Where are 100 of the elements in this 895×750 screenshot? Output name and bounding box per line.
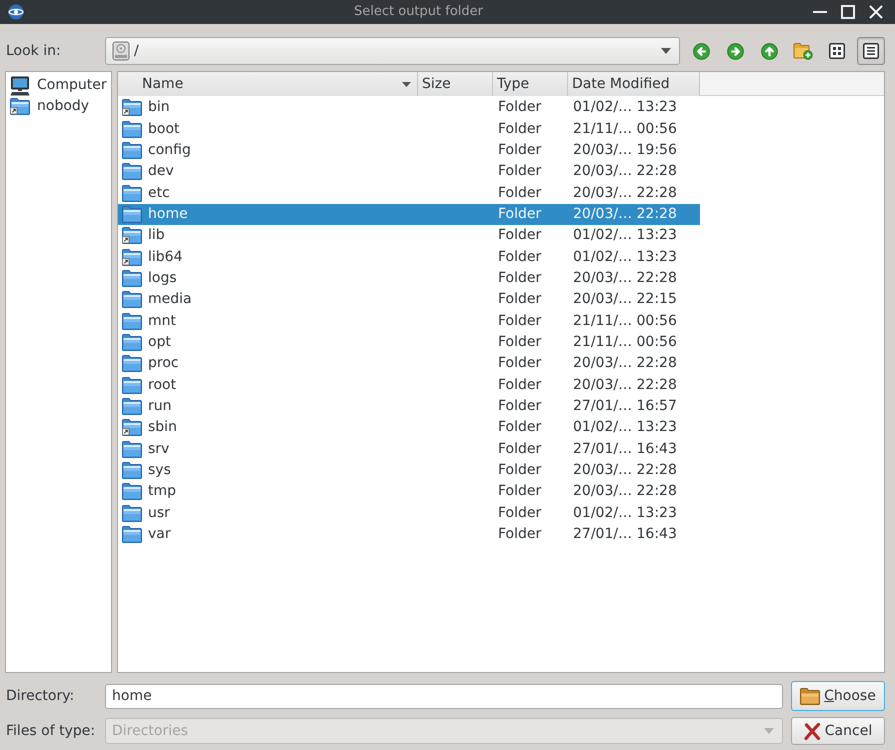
file-type: Folder [498,99,542,116]
date-modified: 27/01/… 16:43 [573,526,677,542]
file-name: var [148,526,171,543]
file-type: Folder [498,120,542,137]
file-type: Folder [498,312,542,329]
file-row[interactable]: opt Folder 21/11/… 00:56 [118,332,700,354]
date-modified: 01/02/… 13:23 [573,99,677,116]
file-type: Folder [498,206,542,222]
file-row[interactable]: boot Folder 21/11/… 00:56 [118,118,700,140]
file-row[interactable]: sys Folder 20/03/… 22:28 [118,460,700,482]
date-modified: 20/03/… 19:56 [573,142,677,158]
date-modified: 27/01/… 16:43 [573,440,677,457]
file-name: usr [148,504,170,522]
file-row[interactable]: proc Folder 20/03/… 22:28 [118,353,700,374]
file-name: home [148,206,188,223]
new-folder-icon [793,42,813,60]
file-name: lib [148,227,165,244]
file-row[interactable]: mnt Folder 21/11/… 00:56 [118,310,700,332]
file-type: Folder [498,504,542,521]
file-row[interactable]: logs Folder 20/03/… 22:28 [118,268,700,290]
file-row[interactable]: etc Folder 20/03/… 22:28 [118,182,700,204]
back-icon [692,42,710,60]
file-name: srv [148,440,170,458]
file-type: Folder [498,462,542,478]
file-row[interactable]: run Folder 27/01/… 16:57 [118,396,700,418]
detail-view-icon [863,43,879,59]
cancel-icon [804,722,821,740]
file-name: lib64 [148,248,182,266]
file-row[interactable]: sbin Folder 01/02/… 13:23 [118,417,700,438]
date-modified: 20/03/… 22:28 [573,206,677,222]
file-name: mnt [148,312,176,330]
file-type: Folder [498,227,542,244]
computer-icon [10,76,30,96]
file-row[interactable]: bin Folder 01/02/… 13:23 [118,97,700,118]
detail-view-button[interactable] [857,37,885,65]
file-row[interactable]: dev Folder 20/03/… 22:28 [118,161,700,182]
directory-field[interactable]: home [105,684,783,708]
file-row[interactable]: usr Folder 01/02/… 13:23 [118,502,700,524]
date-modified: 20/03/… 22:28 [573,376,677,393]
look-in-dropdown[interactable]: / [105,37,680,65]
file-name: config [148,142,191,159]
caret-icon [764,728,774,734]
file-row[interactable]: media Folder 20/03/… 22:15 [118,289,700,310]
file-name: proc [148,355,179,372]
file-type: Folder [498,270,542,286]
folder-icon [800,688,820,704]
file-row[interactable]: lib64 Folder 01/02/… 13:23 [118,246,700,268]
file-type: Folder [498,440,542,457]
file-row[interactable]: srv Folder 27/01/… 16:43 [118,438,700,460]
file-row[interactable]: tmp Folder 20/03/… 22:28 [118,481,700,503]
drive-icon [112,41,130,61]
date-modified: 01/02/… 13:23 [573,248,677,265]
sidebar-item[interactable]: Computer [6,75,111,96]
file-name: sbin [148,419,177,436]
window-title: Select output folder [354,4,483,20]
grid-view-icon [829,43,845,59]
file-type: Folder [498,291,542,308]
file-name: opt [148,334,171,351]
date-modified: 20/03/… 22:28 [573,184,677,201]
column-header[interactable]: Date Modified [568,72,700,96]
column-header[interactable]: Name [118,72,418,96]
date-modified: 01/02/… 13:23 [573,504,677,521]
look-in-label: Look in: [5,42,62,60]
file-name: root [148,376,176,394]
file-type: Folder [498,398,542,414]
date-modified: 27/01/… 16:57 [573,398,677,414]
file-type-label: Files of type: [5,722,96,740]
date-modified: 20/03/… 22:28 [573,462,677,478]
file-type: Folder [498,483,542,500]
file-row[interactable]: var Folder 27/01/… 16:43 [118,524,700,546]
directory-label: Directory: [5,688,76,704]
date-modified: 21/11/… 00:56 [573,334,677,350]
file-name: boot [148,120,180,138]
date-modified: 01/02/… 13:23 [573,419,677,436]
date-modified: 20/03/… 22:15 [573,291,677,308]
file-type: Folder [498,184,542,201]
file-name: logs [148,270,177,287]
file-type: Folder [498,419,542,436]
file-name: sys [148,462,171,479]
file-row[interactable]: config Folder 20/03/… 19:56 [118,140,700,162]
cancel-button[interactable]: Cancel [791,717,885,745]
column-header[interactable]: Size [418,72,493,96]
file-name: run [148,398,172,415]
file-name: tmp [148,483,176,500]
sidebar-item[interactable]: nobody [6,96,111,117]
close-icon[interactable] [869,5,883,19]
file-name: etc [148,184,170,202]
file-row[interactable]: lib Folder 01/02/… 13:23 [118,225,700,246]
file-row[interactable]: root Folder 20/03/… 22:28 [118,374,700,396]
maximize-icon[interactable] [841,5,855,19]
date-modified: 21/11/… 00:56 [573,120,677,137]
choose-button[interactable]: Choose [791,681,885,711]
file-type: Folder [498,355,542,372]
column-header[interactable]: Type [493,72,568,96]
file-type: Folder [498,334,542,350]
file-name: bin [148,99,170,116]
date-modified: 21/11/… 00:56 [573,312,677,329]
file-type: Folder [498,163,542,180]
sort-icon [402,82,411,86]
up-icon [760,42,778,60]
